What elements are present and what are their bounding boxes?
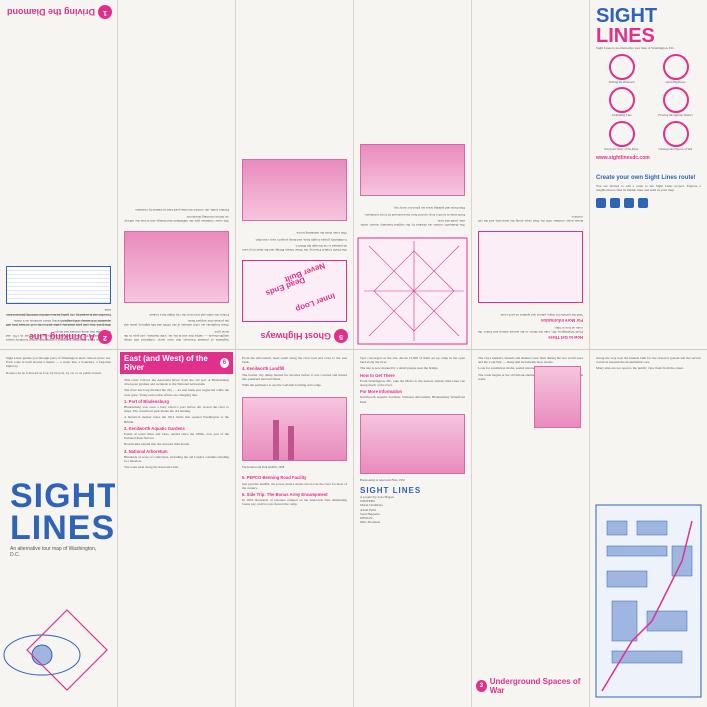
photo <box>534 366 581 428</box>
route-header: East (and West) of the River 6 <box>120 352 233 374</box>
route-number-badge: 6 <box>219 358 229 368</box>
photo <box>360 144 465 197</box>
eye-illustration <box>3 609 108 691</box>
route-map <box>478 230 583 303</box>
section-heading: For More Information <box>360 389 403 395</box>
section-heading: 6. Side Trip: The Bonus Army Encampment <box>242 492 328 498</box>
panel-text-photo: Segments of planned freeways that were n… <box>124 208 229 342</box>
panel-how-to: How to Get There From Washington, DC, ta… <box>478 214 583 340</box>
credits-line: Milo Thomson <box>360 520 381 525</box>
section-heading: 5. PEPCO Benning Road Facility <box>242 475 307 481</box>
website[interactable]: www.sightlinesdc.com <box>596 155 701 161</box>
transit-icons <box>596 198 701 209</box>
route-icon: Underground Spaces of War <box>650 120 701 151</box>
section-heading: How to Get There <box>360 372 395 378</box>
fold-line <box>117 0 118 707</box>
route-title: A Drinking Line <box>28 332 95 342</box>
route-title: Ghost Highways <box>260 331 331 341</box>
panel-route-map: Along the way note the tunnels built for… <box>592 352 705 705</box>
fold-line <box>353 0 354 707</box>
panel-credits: Spot converged on the site. About 15,000… <box>356 352 469 705</box>
fold-line <box>589 0 590 707</box>
panel-flowing: From the Arboretum, head south along the… <box>238 352 351 705</box>
panel-cover: Sight Lines guides you through parts of … <box>2 352 115 705</box>
route-map <box>595 504 702 698</box>
photo <box>360 413 465 474</box>
route-map: Inner Loop Dead Ends Never Built <box>242 260 347 322</box>
route-title: Driving the Diamond <box>6 7 95 17</box>
route-icon: Flowing through the District <box>650 87 701 117</box>
tagline: Sight Lines is an alternative tour map o… <box>596 46 675 50</box>
title-strip <box>94 0 116 170</box>
section-heading: 4. Kenilworth Landfill <box>242 366 285 372</box>
map-label: Inner Loop <box>294 291 337 314</box>
section-heading: For More Information <box>540 318 583 324</box>
credits: SIGHT LINES A project by Lois Hogan WRIT… <box>356 482 469 528</box>
route-title: East (and West) of the River <box>124 354 208 372</box>
back-cover-title: SIGHT LINES <box>596 5 658 47</box>
photo <box>242 159 347 222</box>
panel-drinking-line: 2 A Drinking Line This line follows the … <box>2 175 115 347</box>
route-icon: Driving the Diamond <box>596 54 647 84</box>
fold-line-horizontal <box>0 349 707 350</box>
section-heading: 1. Port of Bladensburg <box>124 398 169 404</box>
route-header: 3 Underground Spaces of War <box>476 677 586 695</box>
section-heading: 3. National Arboretum <box>124 448 168 454</box>
panel-underground: The city's bunkers, tunnels and shelters… <box>474 352 587 705</box>
route-number-badge: 2 <box>98 330 112 344</box>
panel-ghost-highways: 5 Ghost Highways Inner Loop Dead Ends Ne… <box>238 2 351 346</box>
fold-line <box>235 0 236 707</box>
route-number-badge: 3 <box>476 680 487 692</box>
route-icon: Ghost Highways <box>650 54 701 84</box>
route-number-badge: 5 <box>334 329 348 343</box>
cover-title: SIGHT LINES <box>10 477 115 547</box>
fold-line <box>471 0 472 707</box>
photo <box>124 230 229 303</box>
cta-heading: Create your own Sight Lines route! <box>596 174 696 181</box>
panel-street-map: The diamond's corners are marked by the … <box>356 2 469 346</box>
street-map <box>357 237 468 345</box>
section-heading: How to Get There <box>548 335 583 340</box>
illustration <box>6 266 111 305</box>
panel-east-river: East (and West) of the River 6 This rout… <box>120 352 233 705</box>
route-icon: East (and West) of the River <box>596 120 647 151</box>
route-title: Underground Spaces of War <box>489 677 581 695</box>
section-heading: 2. Kenilworth Aquatic Gardens <box>124 425 185 431</box>
panel-back-cover: SIGHT LINES Sight Lines is an alternativ… <box>592 2 705 346</box>
credits-heading: SIGHT LINES <box>360 486 422 496</box>
route-icon: A Drinking Line <box>596 87 647 117</box>
photo <box>242 397 347 462</box>
